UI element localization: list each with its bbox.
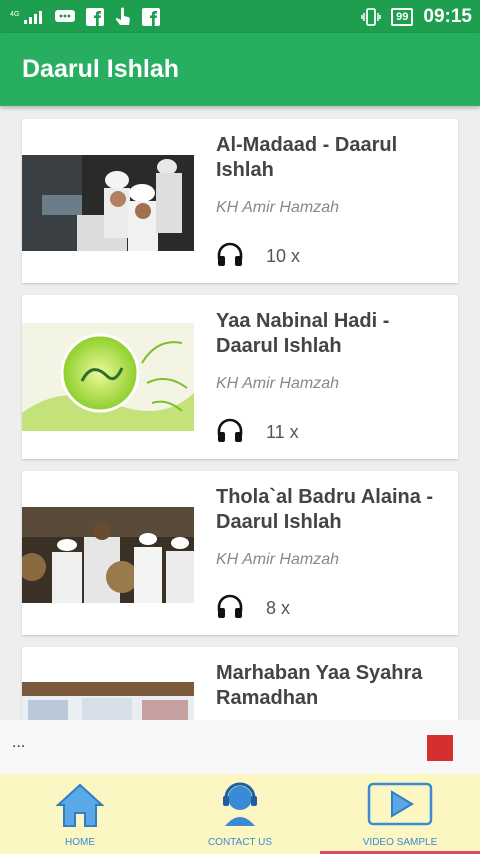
track-thumbnail [22,323,194,431]
play-icon [367,782,433,833]
track-thumbnail [22,155,194,251]
headphones-icon [216,417,244,448]
track-artist: KH Amir Hamzah [216,551,339,568]
chat-icon [54,8,76,26]
track-card[interactable]: Al-Madaad - Daarul Ishlah KH Amir Hamzah… [22,119,458,283]
headphones-icon [216,241,244,272]
nav-contact-us-label: CONTACT US [207,837,273,848]
play-count-value: 11 x [266,422,299,442]
facebook-icon [86,7,104,26]
play-count: 10 x [216,241,300,272]
track-card[interactable]: Thola`al Badru Alaina - Daarul Ishlah KH… [22,471,458,635]
status-bar: 4G 99 09:15 [0,0,480,33]
ad-text: ... [12,734,26,751]
track-artist: KH Amir Hamzah [216,375,339,392]
track-thumbnail [22,507,194,603]
track-title: Thola`al Badru Alaina - Daarul Ishlah [216,486,434,533]
play-count: 8 x [216,593,290,624]
play-count-value: 8 x [266,598,291,618]
track-title: Marhaban Yaa Syahra Ramadhan [216,662,423,709]
app-bar: Daarul Ishlah [0,33,480,106]
play-count-value: 10 x [266,246,301,266]
svg-text:4G: 4G [10,11,19,18]
track-title: Al-Madaad - Daarul Ishlah [216,134,398,181]
ad-banner[interactable]: ... [0,720,480,774]
touch-icon [114,7,132,27]
support-icon [217,782,263,833]
bottom-navigation: HOME CONTACT US VIDEO SAMPLE [0,774,480,854]
ad-badge[interactable] [427,735,453,761]
track-list[interactable]: Al-Madaad - Daarul Ishlah KH Amir Hamzah… [0,106,480,720]
facebook-icon [142,7,160,26]
battery-icon: 99 [391,7,414,26]
home-icon [55,782,105,833]
app-title: Daarul Ishlah [22,55,179,83]
signal-icon: 4G [10,9,44,25]
track-title: Yaa Nabinal Hadi - Daarul Ishlah [216,310,390,357]
play-count: 11 x [216,417,299,448]
nav-video-sample-label: VIDEO SAMPLE [362,837,438,848]
nav-contact-us[interactable]: CONTACT US [160,774,320,854]
track-card[interactable]: Marhaban Yaa Syahra Ramadhan [22,647,458,720]
clock: 09:15 [423,5,472,27]
nav-video-sample[interactable]: VIDEO SAMPLE [320,774,480,854]
track-artist: KH Amir Hamzah [216,199,339,216]
headphones-icon [216,593,244,624]
track-thumbnail [22,682,194,720]
nav-home-label: HOME [65,837,95,848]
nav-home[interactable]: HOME [0,774,160,854]
vibrate-icon [361,7,381,26]
track-card[interactable]: Yaa Nabinal Hadi - Daarul Ishlah KH Amir… [22,295,458,459]
